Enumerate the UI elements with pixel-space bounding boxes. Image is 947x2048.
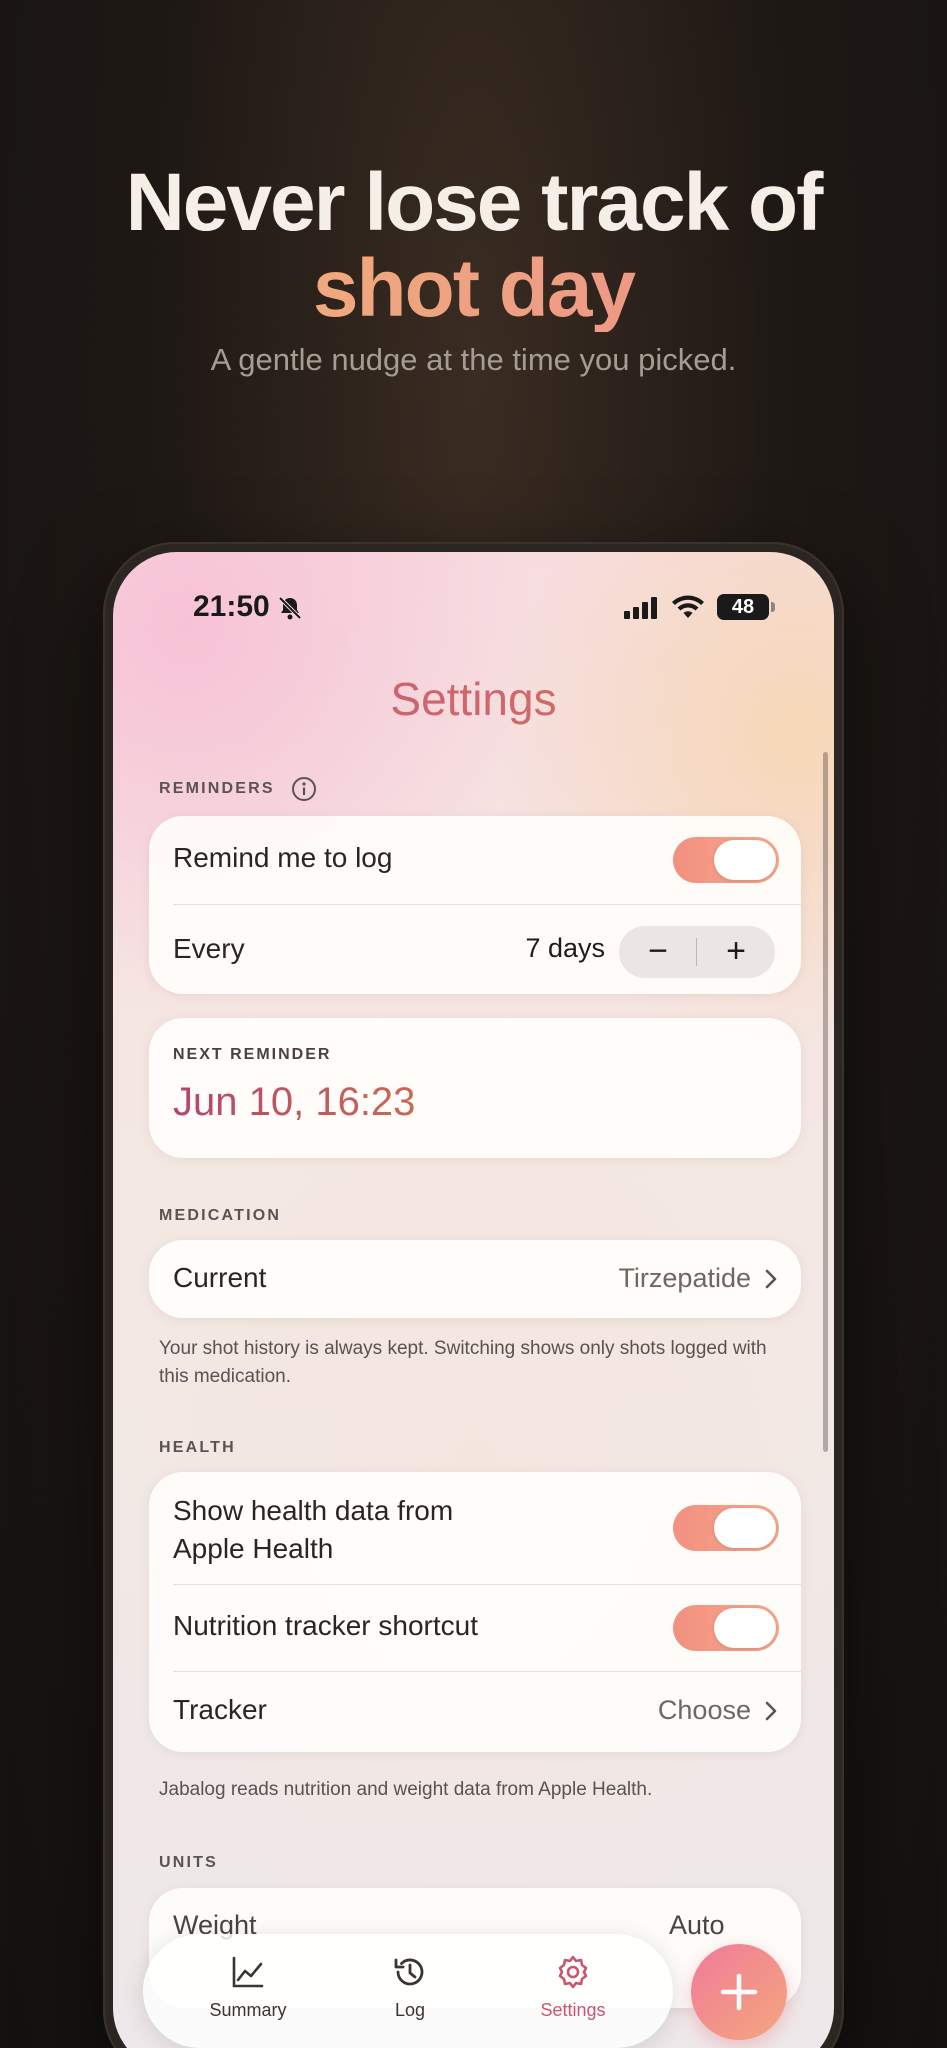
nutrition-label: Nutrition tracker shortcut (173, 1610, 478, 1641)
tab-bar: Summary Log Settings (143, 1934, 673, 2048)
next-reminder-card: NEXT REMINDER Jun 10, 16:23 (149, 1018, 801, 1158)
reminders-section-label: REMINDERS (159, 780, 275, 797)
wifi-icon (672, 595, 704, 618)
apple-health-row: Show health data from Apple Health (149, 1472, 801, 1584)
interval-stepper: − + (619, 926, 775, 978)
battery-tip (771, 602, 775, 612)
next-reminder-date: Jun 10, 16:23 (173, 1080, 416, 1124)
battery-icon: 48 (717, 594, 769, 620)
apple-health-toggle[interactable] (673, 1505, 779, 1551)
subhead: A gentle nudge at the time you picked. (210, 342, 737, 377)
remind-label: Remind me to log (173, 842, 393, 873)
increment-button[interactable]: + (697, 926, 775, 978)
medication-section-label: MEDICATION (159, 1207, 282, 1224)
every-value: 7 days (525, 933, 605, 963)
headline-line-1: Never lose track of (125, 157, 824, 248)
toggle-knob (714, 840, 776, 880)
chart-line-icon (232, 1956, 264, 1988)
chevron-right-icon (765, 1269, 777, 1289)
tab-settings-label: Settings (540, 2000, 606, 2020)
history-icon (394, 1958, 424, 1986)
status-time: 21:50 (193, 590, 270, 623)
current-medication-value: Tirzepatide (618, 1263, 751, 1293)
tab-summary[interactable]: Summary (183, 1952, 313, 2021)
weight-value[interactable]: Auto (669, 1910, 725, 1941)
tracker-label: Tracker (173, 1694, 267, 1725)
tracker-value: Choose (657, 1695, 751, 1725)
tab-summary-label: Summary (209, 2000, 287, 2020)
tab-log[interactable]: Log (345, 1952, 475, 2021)
current-medication-label: Current (173, 1262, 267, 1293)
health-section-label: HEALTH (159, 1439, 236, 1456)
apple-health-label-line1: Show health data from (173, 1495, 454, 1526)
medication-footnote: Your shot history is always kept. Switch… (159, 1338, 767, 1387)
apple-health-label-line2: Apple Health (173, 1533, 334, 1564)
gear-icon (558, 1955, 588, 1989)
tab-log-label: Log (394, 2000, 426, 2020)
headline: Never lose track of shot day (0, 160, 947, 332)
chevron-right-icon (765, 1701, 777, 1721)
tracker-row[interactable]: Tracker Choose (149, 1672, 801, 1752)
apple-health-label: Show health data from Apple Health (173, 1492, 453, 1568)
settings-screen: 21:50 48 Settings REMINDERS Remind me to… (113, 552, 834, 2048)
phone-frame: 21:50 48 Settings REMINDERS Remind me to… (103, 542, 844, 2048)
add-button[interactable] (691, 1944, 787, 2040)
nutrition-toggle[interactable] (673, 1605, 779, 1651)
every-row: Every 7 days − + (149, 905, 801, 994)
cellular-signal-icon (624, 597, 657, 619)
health-footnote: Jabalog reads nutrition and weight data … (159, 1779, 653, 1800)
toggle-knob (714, 1608, 776, 1648)
every-label: Every (173, 933, 245, 964)
health-card: Show health data from Apple Health Nutri… (149, 1472, 801, 1752)
decrement-button[interactable]: − (619, 926, 697, 978)
toggle-knob (714, 1508, 776, 1548)
plus-icon (720, 1973, 758, 2011)
nutrition-row: Nutrition tracker shortcut (149, 1585, 801, 1671)
tab-settings[interactable]: Settings (508, 1952, 638, 2021)
scrollbar[interactable] (823, 752, 828, 1452)
status-bar: 21:50 48 (113, 590, 834, 630)
remind-toggle[interactable] (673, 837, 779, 883)
remind-row: Remind me to log (149, 816, 801, 904)
headline-accent: shot day (0, 246, 947, 332)
medication-row[interactable]: Current Tirzepatide (149, 1240, 801, 1318)
reminders-card: Remind me to log Every 7 days − + (149, 816, 801, 994)
info-icon[interactable] (291, 776, 317, 802)
units-section-label: UNITS (159, 1854, 218, 1871)
bell-slash-icon (278, 596, 302, 620)
next-reminder-label: NEXT REMINDER (173, 1046, 332, 1063)
page-title: Settings (113, 672, 834, 726)
